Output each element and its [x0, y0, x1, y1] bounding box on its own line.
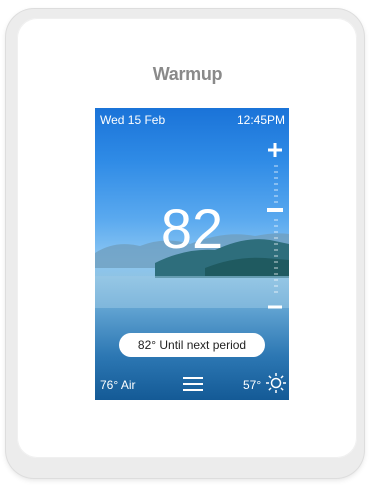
- outdoor-temperature: 57°: [243, 378, 262, 392]
- setpoint-temperature: 82: [160, 197, 224, 260]
- touch-screen: Wed 15 Feb 12:45PM 82 82° Until next per…: [95, 108, 289, 400]
- brand-logo: Warmup: [152, 64, 223, 84]
- air-temperature: 76° Air: [100, 378, 136, 392]
- slider-thumb: [267, 208, 283, 212]
- date-label: Wed 15 Feb: [100, 113, 166, 127]
- schedule-period-button[interactable]: 82° Until next period: [119, 333, 265, 357]
- time-label: 12:45PM: [236, 113, 285, 127]
- plus-icon[interactable]: [267, 142, 283, 158]
- minus-icon[interactable]: [267, 305, 283, 309]
- sun-icon[interactable]: [265, 372, 287, 394]
- menu-icon[interactable]: [183, 376, 203, 392]
- temperature-slider[interactable]: [267, 162, 283, 298]
